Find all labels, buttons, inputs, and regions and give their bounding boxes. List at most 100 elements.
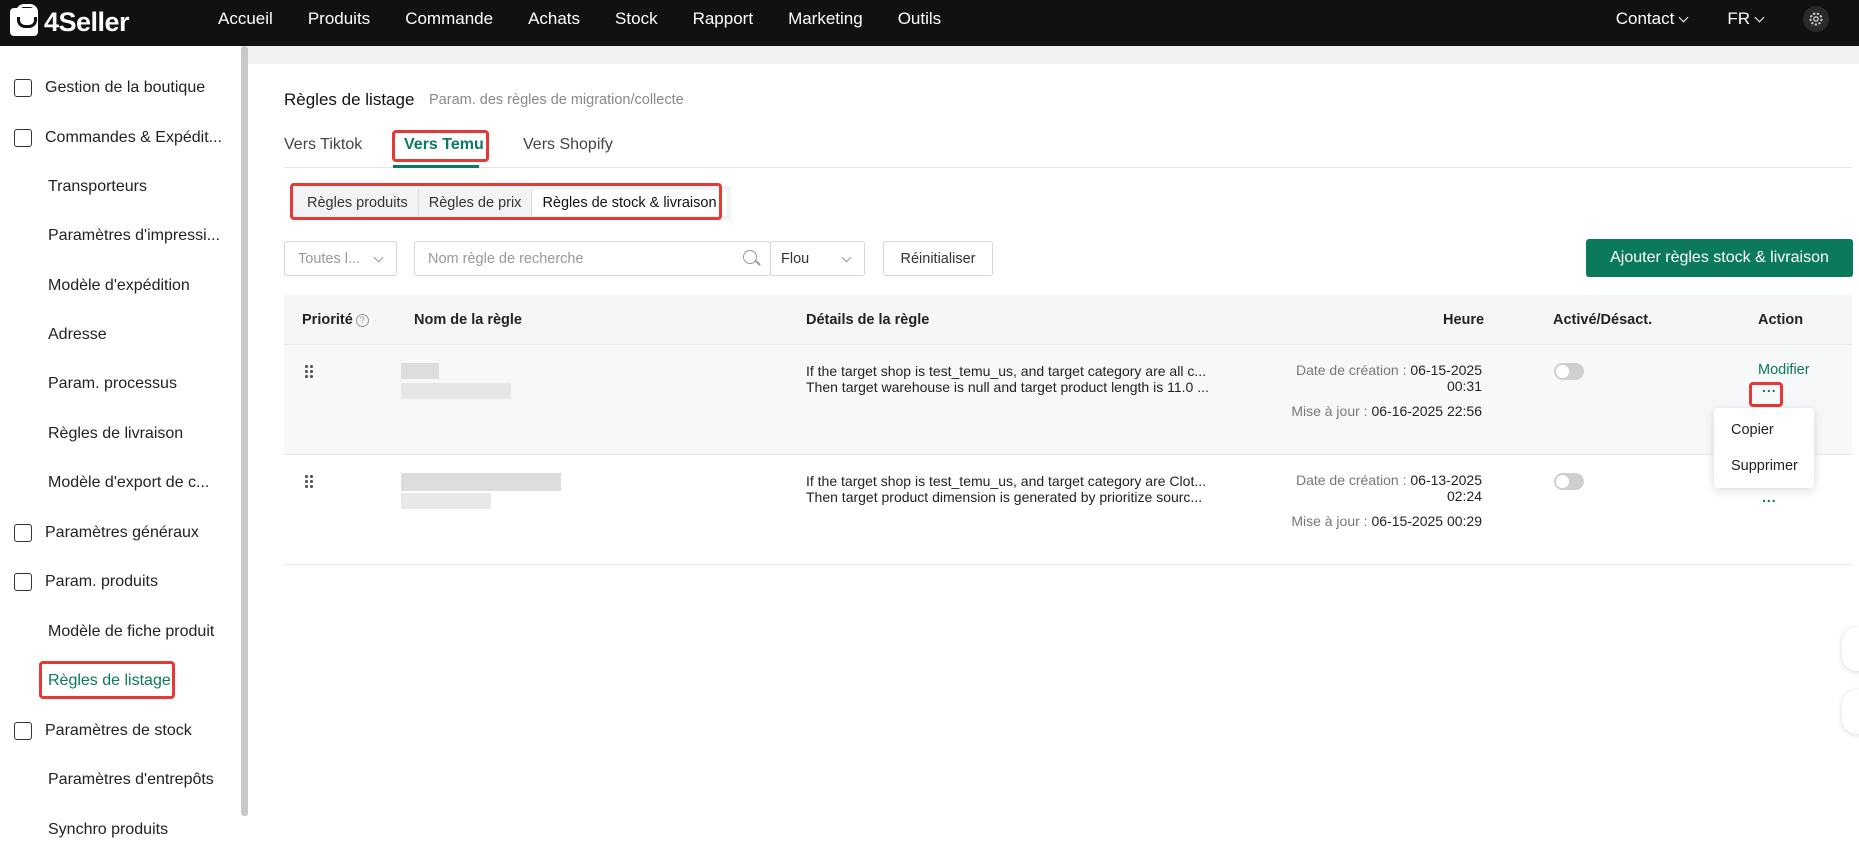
sidebar-item-label: Règles de livraison bbox=[48, 425, 184, 442]
updated-label: Mise à jour : bbox=[1291, 403, 1368, 419]
sidebar-item-label: Règles de listage bbox=[48, 672, 171, 689]
store-icon bbox=[14, 79, 32, 97]
nav-item-marketing[interactable]: Marketing bbox=[788, 9, 863, 29]
tab-vers-shopify[interactable]: Vers Shopify bbox=[523, 136, 613, 154]
match-mode-select[interactable]: Flou bbox=[770, 241, 865, 276]
drag-handle-icon[interactable] bbox=[305, 365, 313, 379]
sidebar-item-label: Paramètres d'entrepôts bbox=[48, 771, 214, 788]
segment-regles-produits[interactable]: Règles produits bbox=[297, 190, 419, 216]
table-row: If the target shop is test_temu_us, and … bbox=[284, 345, 1852, 455]
tab-vers-temu[interactable]: Vers Temu bbox=[404, 136, 484, 154]
sidebar-item-commandes-expedition[interactable]: Commandes & Expédit... bbox=[0, 118, 240, 158]
nav-item-rapport[interactable]: Rapport bbox=[693, 9, 753, 29]
search-icon[interactable] bbox=[743, 250, 757, 264]
created-value: 06-13-2025 02:24 bbox=[1410, 472, 1482, 504]
search-placeholder: Nom règle de recherche bbox=[428, 250, 584, 267]
sidebar-scrollbar[interactable] bbox=[241, 46, 248, 816]
top-right-controls: Contact FR bbox=[1616, 0, 1859, 38]
copy-menu-item[interactable]: Copier bbox=[1731, 422, 1774, 438]
sidebar-item-transporteurs[interactable]: Transporteurs bbox=[0, 167, 240, 207]
rule-details: If the target shop is test_temu_us, and … bbox=[806, 473, 1226, 505]
upload-box-icon bbox=[14, 573, 32, 591]
sidebar: Gestion de la boutique Commandes & Expéd… bbox=[0, 46, 248, 848]
nav-item-outils[interactable]: Outils bbox=[898, 9, 941, 29]
contact-menu[interactable]: Contact bbox=[1615, 9, 1689, 29]
search-input[interactable]: Nom règle de recherche bbox=[414, 241, 771, 276]
segment-regles-stock-livraison[interactable]: Règles de stock & livraison bbox=[532, 190, 727, 216]
more-actions-button[interactable]: ... bbox=[1762, 379, 1777, 395]
sidebar-item-label: Modèle de fiche produit bbox=[48, 623, 215, 640]
language-label: FR bbox=[1727, 9, 1750, 28]
sidebar-item-modele-export[interactable]: Modèle d'export de c... bbox=[0, 463, 240, 503]
chevron-down-icon bbox=[1754, 12, 1765, 22]
table-header: Priorité? Nom de la règle Détails de la … bbox=[284, 295, 1852, 345]
column-header-details: Détails de la règle bbox=[806, 312, 930, 328]
sidebar-item-label: Gestion de la boutique bbox=[45, 79, 206, 96]
more-actions-dropdown: Copier Supprimer bbox=[1714, 408, 1814, 488]
sidebar-item-param-processus[interactable]: Param. processus bbox=[0, 364, 240, 404]
nav-item-achats[interactable]: Achats bbox=[528, 9, 580, 29]
chevron-down-icon bbox=[373, 252, 384, 263]
sidebar-item-parametres-impression[interactable]: Paramètres d'impressi... bbox=[0, 216, 240, 256]
updated-time: Mise à jour : 06-15-2025 00:29 bbox=[1274, 513, 1482, 529]
delete-menu-item[interactable]: Supprimer bbox=[1731, 458, 1798, 474]
app-logo[interactable]: 4Seller bbox=[10, 4, 130, 39]
language-menu[interactable]: FR bbox=[1727, 9, 1765, 29]
shopping-bag-icon bbox=[10, 4, 38, 36]
blurred-rule-name bbox=[401, 473, 561, 491]
sidebar-item-parametres-entrepots[interactable]: Paramètres d'entrepôts bbox=[0, 760, 240, 800]
created-label: Date de création : bbox=[1295, 362, 1407, 378]
sidebar-item-label: Transporteurs bbox=[48, 178, 147, 195]
enable-toggle[interactable] bbox=[1554, 363, 1584, 380]
floating-widget[interactable] bbox=[1842, 627, 1859, 671]
top-navbar: 4Seller Accueil Produits Commande Achats… bbox=[0, 0, 1859, 46]
sidebar-item-regles-livraison[interactable]: Règles de livraison bbox=[0, 414, 240, 454]
sidebar-item-regles-listage[interactable]: Règles de listage bbox=[0, 661, 240, 701]
match-mode-value: Flou bbox=[781, 250, 810, 267]
page-subtitle: Param. des règles de migration/collecte bbox=[429, 92, 684, 108]
rule-detail-line: Then target product dimension is generat… bbox=[806, 489, 1203, 505]
sidebar-item-label: Modèle d'expédition bbox=[48, 277, 190, 294]
column-header-active: Activé/Désact. bbox=[1553, 312, 1653, 328]
sidebar-item-param-produits[interactable]: Param. produits bbox=[0, 562, 240, 602]
column-header-action[interactable]: Action bbox=[1758, 312, 1803, 328]
tabs-divider bbox=[284, 167, 1852, 168]
help-icon[interactable]: ? bbox=[355, 314, 369, 327]
more-actions-button[interactable]: ... bbox=[1762, 489, 1777, 505]
floating-widget[interactable] bbox=[1842, 690, 1859, 734]
shop-select[interactable]: Toutes l... bbox=[284, 241, 397, 276]
sidebar-item-label: Paramètres de stock bbox=[45, 722, 192, 739]
rule-detail-line: If the target shop is test_temu_us, and … bbox=[806, 363, 1206, 379]
contact-label: Contact bbox=[1615, 9, 1675, 28]
sidebar-item-synchro-produits[interactable]: Synchro produits bbox=[0, 810, 240, 848]
warehouse-icon bbox=[14, 722, 32, 740]
sidebar-item-parametres-stock[interactable]: Paramètres de stock bbox=[0, 711, 240, 751]
add-stock-shipping-rule-button[interactable]: Ajouter règles stock & livraison bbox=[1586, 239, 1853, 277]
nav-item-commande[interactable]: Commande bbox=[405, 9, 493, 29]
sidebar-item-label: Param. produits bbox=[45, 573, 158, 590]
reset-button[interactable]: Réinitialiser bbox=[883, 241, 993, 276]
nav-item-accueil[interactable]: Accueil bbox=[218, 9, 273, 29]
sidebar-item-parametres-generaux[interactable]: Paramètres généraux bbox=[0, 513, 240, 553]
gear-icon[interactable] bbox=[1803, 6, 1829, 32]
sidebar-item-adresse[interactable]: Adresse bbox=[0, 315, 240, 355]
sidebar-item-modele-expedition[interactable]: Modèle d'expédition bbox=[0, 266, 240, 306]
tab-vers-tiktok[interactable]: Vers Tiktok bbox=[284, 136, 362, 154]
created-time: Date de création : 06-15-2025 00:31 bbox=[1274, 362, 1482, 394]
shop-select-value: Toutes l... bbox=[298, 250, 361, 267]
enable-toggle[interactable] bbox=[1554, 473, 1584, 490]
rule-detail-line: Then target warehouse is null and target… bbox=[806, 379, 1209, 395]
rule-detail-line: If the target shop is test_temu_us, and … bbox=[806, 473, 1206, 489]
segment-regles-prix[interactable]: Règles de prix bbox=[419, 190, 533, 216]
sidebar-item-label: Adresse bbox=[48, 326, 107, 343]
created-label: Date de création : bbox=[1295, 472, 1407, 488]
sidebar-item-label: Commandes & Expédit... bbox=[45, 129, 222, 146]
drag-handle-icon[interactable] bbox=[305, 475, 313, 489]
nav-item-produits[interactable]: Produits bbox=[308, 9, 370, 29]
nav-item-stock[interactable]: Stock bbox=[615, 9, 658, 29]
sidebar-item-modele-fiche-produit[interactable]: Modèle de fiche produit bbox=[0, 612, 240, 652]
created-value: 06-15-2025 00:31 bbox=[1410, 362, 1482, 394]
sidebar-item-gestion-boutique[interactable]: Gestion de la boutique bbox=[0, 68, 240, 108]
chevron-down-icon bbox=[1678, 12, 1689, 22]
edit-link[interactable]: Modifier bbox=[1758, 362, 1810, 378]
